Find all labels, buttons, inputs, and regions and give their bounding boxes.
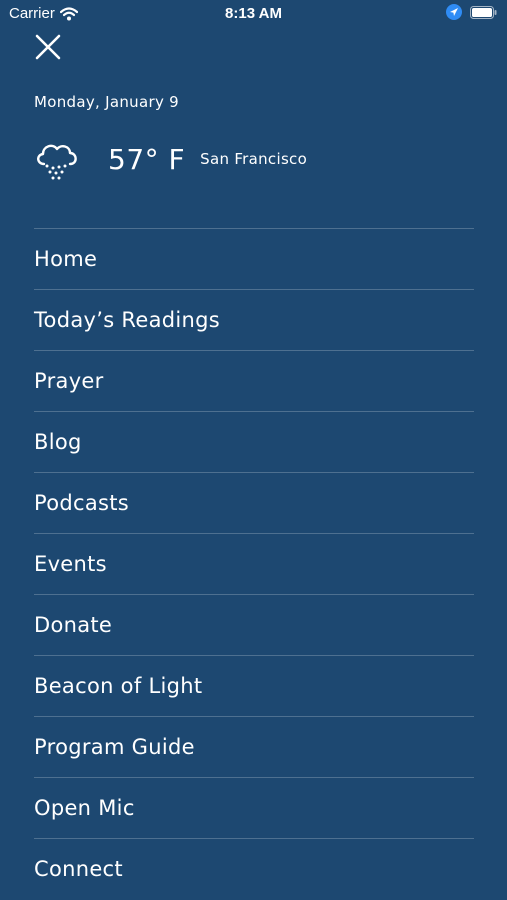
menu-item-home[interactable]: Home [34, 228, 474, 289]
menu-item-label: Connect [34, 857, 123, 881]
menu-item-label: Program Guide [34, 735, 195, 759]
rain-cloud-icon [37, 144, 77, 180]
menu-item-todays-readings[interactable]: Today’s Readings [34, 289, 474, 350]
menu-item-label: Prayer [34, 369, 104, 393]
city-name: San Francisco [200, 150, 308, 168]
temperature: 57° F [108, 142, 186, 176]
menu-item-label: Podcasts [34, 491, 130, 515]
menu-item-label: Beacon of Light [34, 674, 203, 698]
menu-item-connect[interactable]: Connect [34, 838, 474, 899]
close-button[interactable] [30, 30, 66, 64]
status-bar: Carrier 8:13 AM [0, 0, 507, 28]
menu-item-label: Donate [34, 613, 113, 637]
status-right-icons [446, 4, 497, 20]
menu-item-label: Open Mic [34, 796, 135, 820]
menu-item-label: Today’s Readings [34, 308, 221, 332]
status-time: 8:13 AM [225, 5, 282, 22]
menu-item-blog[interactable]: Blog [34, 411, 474, 472]
weather-widget: 57° F San Francisco [33, 134, 307, 184]
location-arrow-icon [446, 4, 462, 20]
menu-item-label: Events [34, 552, 107, 576]
nav-menu: Home Today’s Readings Prayer Blog Podcas… [34, 228, 474, 899]
menu-item-podcasts[interactable]: Podcasts [34, 472, 474, 533]
menu-item-program-guide[interactable]: Program Guide [34, 716, 474, 777]
menu-item-prayer[interactable]: Prayer [34, 350, 474, 411]
current-date: Monday, January 9 [34, 93, 180, 111]
battery-icon [470, 5, 497, 19]
menu-item-label: Blog [34, 430, 82, 454]
menu-item-beacon-of-light[interactable]: Beacon of Light [34, 655, 474, 716]
menu-item-events[interactable]: Events [34, 533, 474, 594]
menu-item-label: Home [34, 247, 98, 271]
menu-item-donate[interactable]: Donate [34, 594, 474, 655]
close-icon [35, 34, 61, 60]
menu-item-open-mic[interactable]: Open Mic [34, 777, 474, 838]
